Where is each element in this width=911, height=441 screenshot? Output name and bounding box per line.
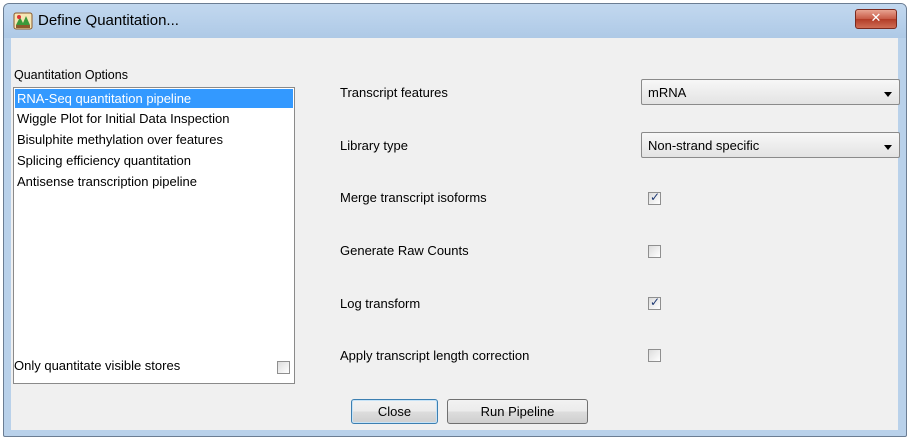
app-icon <box>13 12 33 30</box>
quantitation-options-label: Quantitation Options <box>14 68 128 82</box>
list-item-wiggle[interactable]: Wiggle Plot for Initial Data Inspection <box>15 109 293 128</box>
quantitation-options-list[interactable]: RNA-Seq quantitation pipeline Wiggle Plo… <box>13 87 295 384</box>
library-type-select[interactable]: Non-strand specific <box>641 132 900 158</box>
library-type-value: Non-strand specific <box>648 138 760 153</box>
run-pipeline-button[interactable]: Run Pipeline <box>447 399 588 424</box>
checkmark-icon: ✓ <box>649 190 661 204</box>
close-button[interactable]: Close <box>351 399 438 424</box>
log-transform-label: Log transform <box>340 296 421 311</box>
visible-stores-checkbox[interactable] <box>277 361 290 374</box>
length-correction-label: Apply transcript length correction <box>340 348 530 363</box>
chevron-down-icon <box>884 145 892 150</box>
dialog-content: Quantitation Options RNA-Seq quantitatio… <box>11 38 900 430</box>
list-item-splicing[interactable]: Splicing efficiency quantitation <box>15 151 293 170</box>
length-correction-checkbox[interactable] <box>648 349 661 362</box>
merge-isoforms-label: Merge transcript isoforms <box>340 190 487 205</box>
checkmark-icon: ✓ <box>649 295 661 309</box>
define-quantitation-window: Define Quantitation... ✕ Quantitation Op… <box>3 3 907 437</box>
transcript-features-select[interactable]: mRNA <box>641 79 900 105</box>
library-type-label: Library type <box>340 138 408 153</box>
list-item-bisulphite[interactable]: Bisulphite methylation over features <box>15 130 293 149</box>
raw-counts-label: Generate Raw Counts <box>340 243 469 258</box>
log-transform-checkbox[interactable]: ✓ <box>648 295 661 310</box>
visible-stores-label: Only quantitate visible stores <box>14 358 181 373</box>
transcript-features-label: Transcript features <box>340 85 448 100</box>
list-item-rnaseq[interactable]: RNA-Seq quantitation pipeline <box>15 89 293 108</box>
raw-counts-checkbox[interactable] <box>648 245 661 258</box>
chevron-down-icon <box>884 92 892 97</box>
close-icon: ✕ <box>870 11 882 26</box>
window-close-button[interactable]: ✕ <box>855 9 897 29</box>
list-item-antisense[interactable]: Antisense transcription pipeline <box>15 172 293 191</box>
title-bar[interactable]: Define Quantitation... ✕ <box>4 4 906 38</box>
merge-isoforms-checkbox[interactable]: ✓ <box>648 190 661 205</box>
window-title: Define Quantitation... <box>38 12 179 29</box>
transcript-features-value: mRNA <box>648 85 687 100</box>
